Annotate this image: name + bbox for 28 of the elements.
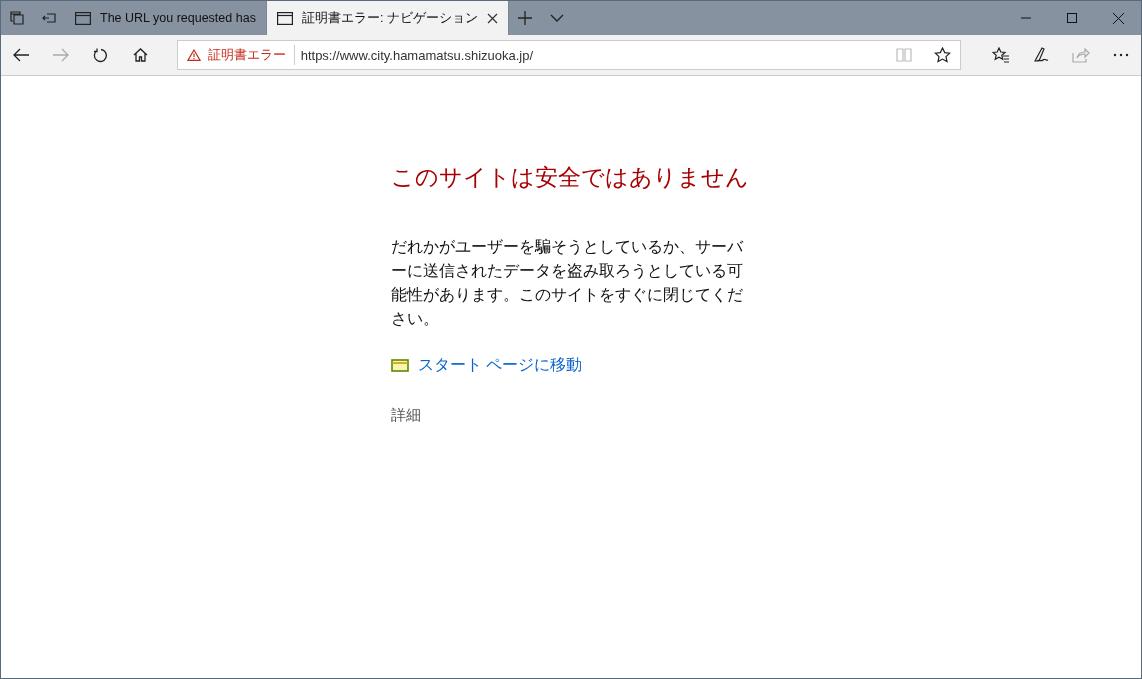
browser-tab[interactable]: 証明書エラー: ナビゲーション	[266, 1, 509, 35]
url-text: https://www.city.hamamatsu.shizuoka.jp/	[300, 47, 534, 63]
certificate-error-label[interactable]: 証明書エラー	[207, 46, 286, 64]
error-message: だれかがユーザーを騙そうとしているか、サーバーに送信されたデータを盗み取ろうとしている可能性があります。このサイトをすぐに閉じてください。	[391, 237, 744, 329]
home-icon	[133, 48, 149, 62]
plus-icon	[517, 11, 532, 25]
start-page-link[interactable]: スタート ページに移動	[418, 355, 583, 376]
refresh-icon	[93, 47, 109, 63]
error-heading: このサイトは安全ではありません	[391, 163, 749, 192]
address-bar[interactable]: 証明書エラー https://www.city.hamamatsu.shizuoka.jp/	[176, 40, 962, 70]
tab-title: 証明書エラー: ナビゲーション	[301, 9, 478, 27]
window-icon	[391, 359, 409, 372]
warning-icon	[186, 49, 201, 61]
star-icon[interactable]	[934, 47, 952, 63]
more-icon	[1113, 53, 1129, 57]
tabs-aside-icon	[42, 12, 56, 24]
pen-icon	[1032, 46, 1051, 64]
minimize-icon	[1021, 17, 1031, 19]
details-link[interactable]: 詳細	[391, 406, 421, 425]
page-icon	[276, 11, 293, 25]
close-icon	[1112, 12, 1124, 24]
page-icon	[75, 11, 91, 25]
stacked-windows-icon	[10, 11, 24, 25]
tab-title: The URL you requested has	[100, 11, 256, 25]
star-list-icon	[992, 47, 1011, 63]
maximize-icon	[1067, 13, 1077, 23]
close-icon[interactable]	[486, 12, 498, 24]
chevron-down-icon	[549, 14, 564, 22]
